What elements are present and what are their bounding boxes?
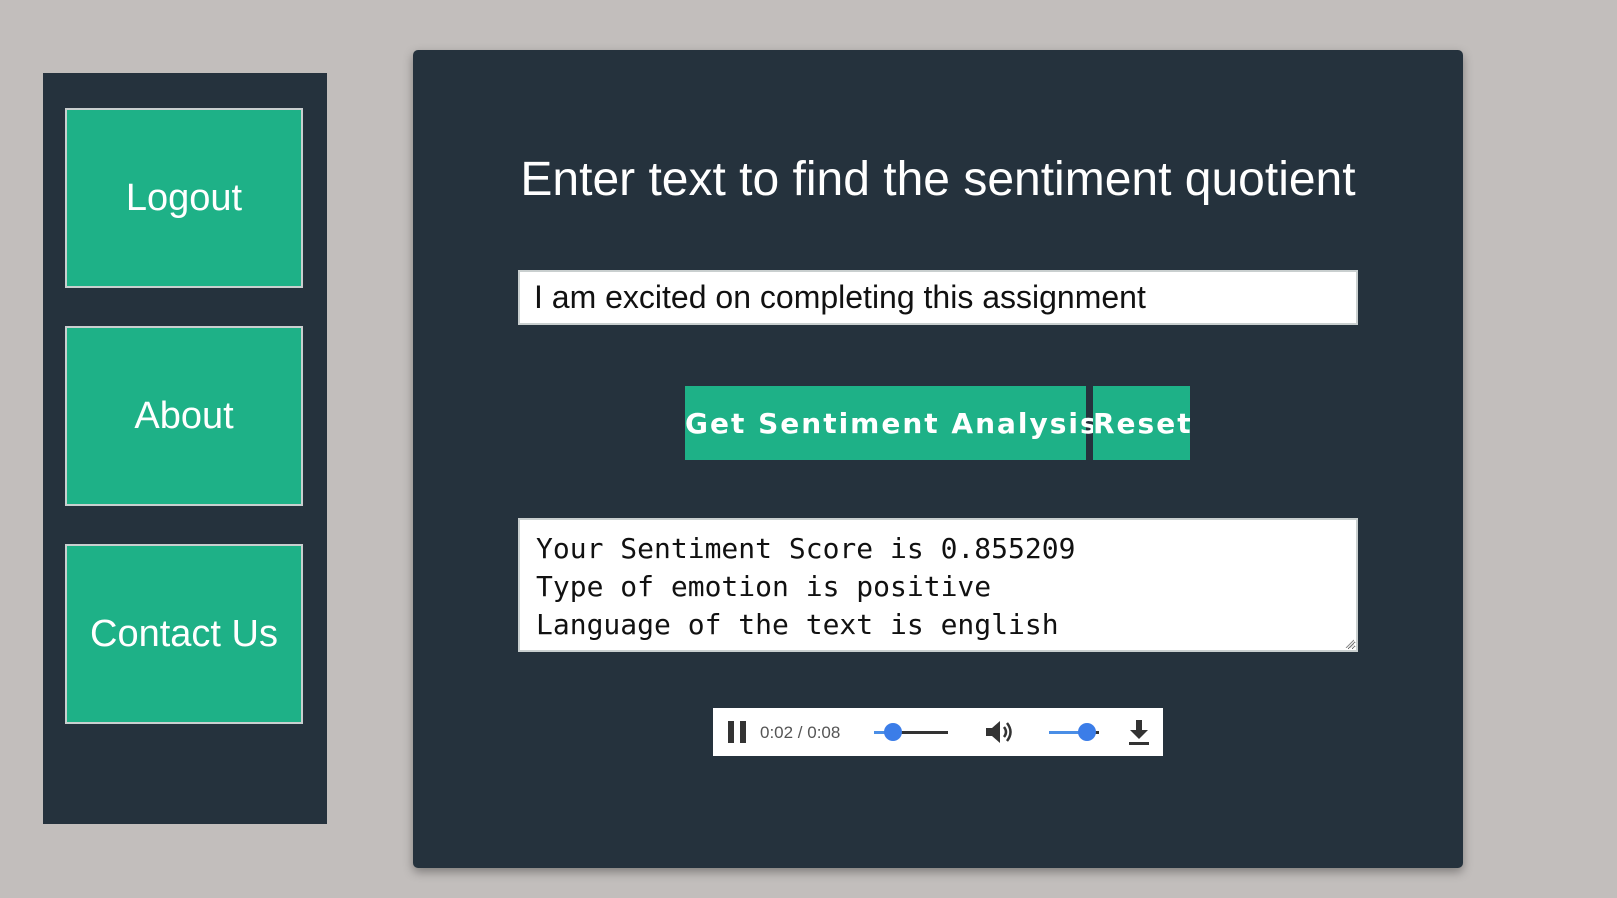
page-title: Enter text to find the sentiment quotien… <box>520 153 1356 206</box>
speaker-icon[interactable] <box>983 718 1015 746</box>
audio-time-display: 0:02 / 0:08 <box>760 723 841 742</box>
progress-slider-thumb[interactable] <box>883 723 902 741</box>
audio-player: 0:02 / 0:08 <box>713 708 1163 756</box>
volume-slider[interactable] <box>1049 722 1099 742</box>
resize-handle-icon[interactable] <box>1344 638 1354 648</box>
main-panel: Enter text to find the sentiment quotien… <box>413 50 1463 868</box>
result-textarea[interactable]: Your Sentiment Score is 0.855209 Type of… <box>518 518 1358 652</box>
logout-button[interactable]: Logout <box>65 108 303 288</box>
sidebar: Logout About Contact Us <box>43 73 327 824</box>
volume-slider-thumb[interactable] <box>1077 723 1096 741</box>
reset-button[interactable]: Reset <box>1093 386 1191 460</box>
sentiment-text-input[interactable] <box>518 270 1358 325</box>
download-icon[interactable] <box>1126 718 1152 746</box>
result-line-language: Language of the text is english <box>536 608 1059 641</box>
contact-us-button[interactable]: Contact Us <box>65 544 303 724</box>
get-sentiment-analysis-button[interactable]: Get Sentiment Analysis <box>685 386 1097 460</box>
result-line-score: Your Sentiment Score is 0.855209 <box>536 532 1076 565</box>
about-button[interactable]: About <box>65 326 303 506</box>
pause-icon[interactable] <box>727 721 747 743</box>
audio-progress-slider[interactable] <box>874 722 948 742</box>
result-line-emotion: Type of emotion is positive <box>536 570 992 603</box>
